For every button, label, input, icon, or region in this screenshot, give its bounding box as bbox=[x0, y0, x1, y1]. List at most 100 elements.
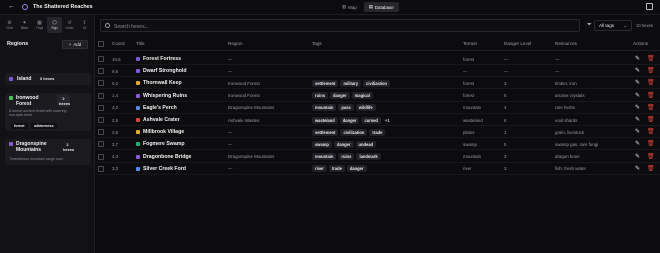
row-checkbox[interactable] bbox=[98, 153, 104, 160]
hex-title[interactable]: Forest Fortress bbox=[143, 56, 181, 62]
tag-chip: landmark bbox=[356, 153, 381, 161]
tool-template[interactable]: ▦ Tmpl bbox=[32, 17, 47, 33]
trash-icon[interactable]: 🗑 bbox=[647, 165, 655, 172]
table-row[interactable]: 2,6 Millbrook Village — settlement civilizat… bbox=[95, 126, 660, 139]
table-header: Coord Title Region Tags Terrain Danger L… bbox=[95, 37, 660, 51]
hex-resources: — bbox=[555, 68, 560, 74]
add-region-button[interactable]: + Add bbox=[62, 40, 88, 49]
edit-icon[interactable]: ✎ bbox=[635, 104, 640, 111]
edit-icon[interactable]: ✎ bbox=[635, 67, 640, 74]
hex-title[interactable]: Millbrook Village bbox=[143, 129, 184, 135]
tool-regions[interactable]: ⬡ Rgn bbox=[47, 17, 62, 33]
hex-title[interactable]: Dragonbone Bridge bbox=[143, 154, 191, 160]
edit-icon[interactable]: ✎ bbox=[635, 92, 640, 99]
edit-icon[interactable]: ✎ bbox=[635, 140, 640, 147]
hex-color-dot bbox=[136, 105, 140, 110]
tag-chip: ruins bbox=[338, 153, 355, 161]
row-checkbox[interactable] bbox=[98, 117, 104, 123]
edit-icon[interactable]: ✎ bbox=[635, 116, 640, 123]
tool-grid[interactable]: ⚙ Grid bbox=[2, 17, 17, 33]
chevron-down-icon: ⌄ bbox=[623, 23, 627, 28]
table-row[interactable]: 3,7 Fogmere Swamp — swamp danger undead swamp 5… bbox=[95, 138, 660, 151]
hex-terrain: forest bbox=[463, 80, 474, 86]
panel-toggle-icon[interactable] bbox=[646, 3, 653, 10]
edit-icon[interactable]: ✎ bbox=[635, 128, 640, 135]
app-title: The Shattered Reaches bbox=[33, 4, 93, 10]
hex-title[interactable]: Fogmere Swamp bbox=[143, 141, 185, 147]
hex-title[interactable]: Silver Creek Ford bbox=[143, 166, 186, 172]
tool-label: Bktm bbox=[20, 26, 29, 30]
col-title[interactable]: Title bbox=[136, 41, 145, 46]
hex-coord: 4,2 bbox=[112, 105, 119, 111]
trash-icon[interactable]: 🗑 bbox=[647, 153, 655, 160]
select-all-checkbox[interactable] bbox=[98, 41, 104, 47]
table-row[interactable]: 4,3 Dragonbone Bridge Dragonspine Mountain… bbox=[95, 151, 660, 163]
more-tags-count[interactable]: +1 bbox=[385, 118, 390, 123]
trash-icon[interactable]: 🗑 bbox=[647, 128, 655, 135]
table-row[interactable]: 4,2 Eagle's Perch Dragonspine Mountains mou… bbox=[95, 102, 660, 114]
hex-region: — bbox=[228, 68, 233, 74]
table-row[interactable]: 2,5 Ashvale Crater Ashvale Wastes wasteland… bbox=[95, 114, 660, 126]
hex-title[interactable]: Dwarf Stronghold bbox=[143, 68, 187, 74]
trash-icon[interactable]: 🗑 bbox=[647, 104, 655, 111]
database-icon: ▤ bbox=[368, 4, 373, 9]
hex-title[interactable]: Ashvale Crater bbox=[143, 117, 180, 123]
trash-icon[interactable]: 🗑 bbox=[647, 116, 655, 123]
region-card-island[interactable]: Island 0 hexes bbox=[5, 73, 91, 85]
edit-icon[interactable]: ✎ bbox=[635, 79, 640, 86]
edit-icon[interactable]: ✎ bbox=[635, 165, 640, 172]
row-checkbox[interactable] bbox=[98, 165, 104, 172]
table-row[interactable]: 9,6 Dwarf Stronghold — — — — ✎ 🗑 bbox=[95, 65, 660, 78]
tag-chip: mountain bbox=[312, 153, 337, 161]
tag-chip: danger bbox=[333, 140, 354, 148]
region-card-dragonspine-mountains[interactable]: Dragonspine Mountains 2 hexes Treacherou… bbox=[5, 139, 91, 165]
hex-terrain: river bbox=[463, 166, 472, 172]
trash-icon[interactable]: 🗑 bbox=[647, 140, 655, 147]
tool-upload[interactable]: ⇪ Ul bbox=[77, 17, 92, 33]
row-checkbox[interactable] bbox=[98, 68, 104, 75]
tool-undo[interactable]: ↺ Undo bbox=[62, 17, 77, 33]
map-icon: ▥ bbox=[342, 4, 347, 9]
hex-title[interactable]: Thornwall Keep bbox=[143, 80, 182, 86]
tab-database[interactable]: ▤ Database bbox=[363, 2, 399, 12]
table-row[interactable]: 3,3 Silver Creek Ford — river trade danger riv… bbox=[95, 163, 660, 175]
col-terrain[interactable]: Terrain bbox=[463, 41, 477, 46]
trash-icon[interactable]: 🗑 bbox=[647, 79, 655, 86]
tab-map[interactable]: ▥ Map bbox=[337, 2, 362, 12]
hex-terrain: mountain bbox=[463, 154, 482, 160]
edit-icon[interactable]: ✎ bbox=[635, 55, 640, 62]
region-card-ironwood-forest[interactable]: Ironwood Forest 2 hexes A dense ancient … bbox=[5, 93, 91, 131]
hex-region: — bbox=[228, 129, 233, 135]
table-row[interactable]: 1,4 Whispering Ruins Ironwood Forest ruins d… bbox=[95, 90, 660, 102]
search-input[interactable]: Search hexes... bbox=[100, 19, 580, 32]
col-tags[interactable]: Tags bbox=[312, 41, 322, 46]
row-checkbox[interactable] bbox=[98, 129, 104, 136]
trash-icon[interactable]: 🗑 bbox=[647, 92, 655, 99]
trash-icon[interactable]: 🗑 bbox=[647, 67, 655, 74]
row-checkbox[interactable] bbox=[98, 104, 104, 111]
row-checkbox[interactable] bbox=[98, 92, 104, 99]
tag-chip: trade bbox=[369, 128, 386, 136]
arrow-left-icon[interactable]: ← bbox=[8, 3, 15, 10]
trash-icon[interactable]: 🗑 bbox=[647, 55, 655, 62]
hex-coord: 0,3 bbox=[112, 80, 119, 86]
table-row[interactable]: 10,6 Forest Fortress — forest — — ✎ 🗑 bbox=[95, 53, 660, 65]
edit-icon[interactable]: ✎ bbox=[635, 153, 640, 160]
row-checkbox[interactable] bbox=[98, 56, 104, 62]
hex-title[interactable]: Eagle's Perch bbox=[143, 105, 177, 111]
col-actions: Actions bbox=[633, 41, 649, 46]
hex-terrain: forest bbox=[463, 93, 474, 99]
tags-filter-select[interactable]: All tags ⌄ bbox=[594, 20, 632, 31]
row-checkbox[interactable] bbox=[98, 141, 104, 148]
hex-region: Ironwood Forest bbox=[228, 80, 260, 86]
col-resources[interactable]: Resources bbox=[555, 41, 577, 46]
hex-title[interactable]: Whispering Ruins bbox=[143, 93, 187, 99]
col-region[interactable]: Region bbox=[228, 41, 243, 46]
tool-bookmark[interactable]: ✦ Bktm bbox=[17, 17, 32, 33]
tag-chip: danger bbox=[330, 92, 350, 100]
hex-danger-level: 1 bbox=[504, 129, 507, 135]
row-checkbox[interactable] bbox=[98, 80, 104, 87]
table-row[interactable]: 0,3 Thornwall Keep Ironwood Forest settleme… bbox=[95, 77, 660, 90]
col-danger[interactable]: Danger Level bbox=[504, 41, 531, 46]
col-coord[interactable]: Coord bbox=[112, 41, 125, 46]
